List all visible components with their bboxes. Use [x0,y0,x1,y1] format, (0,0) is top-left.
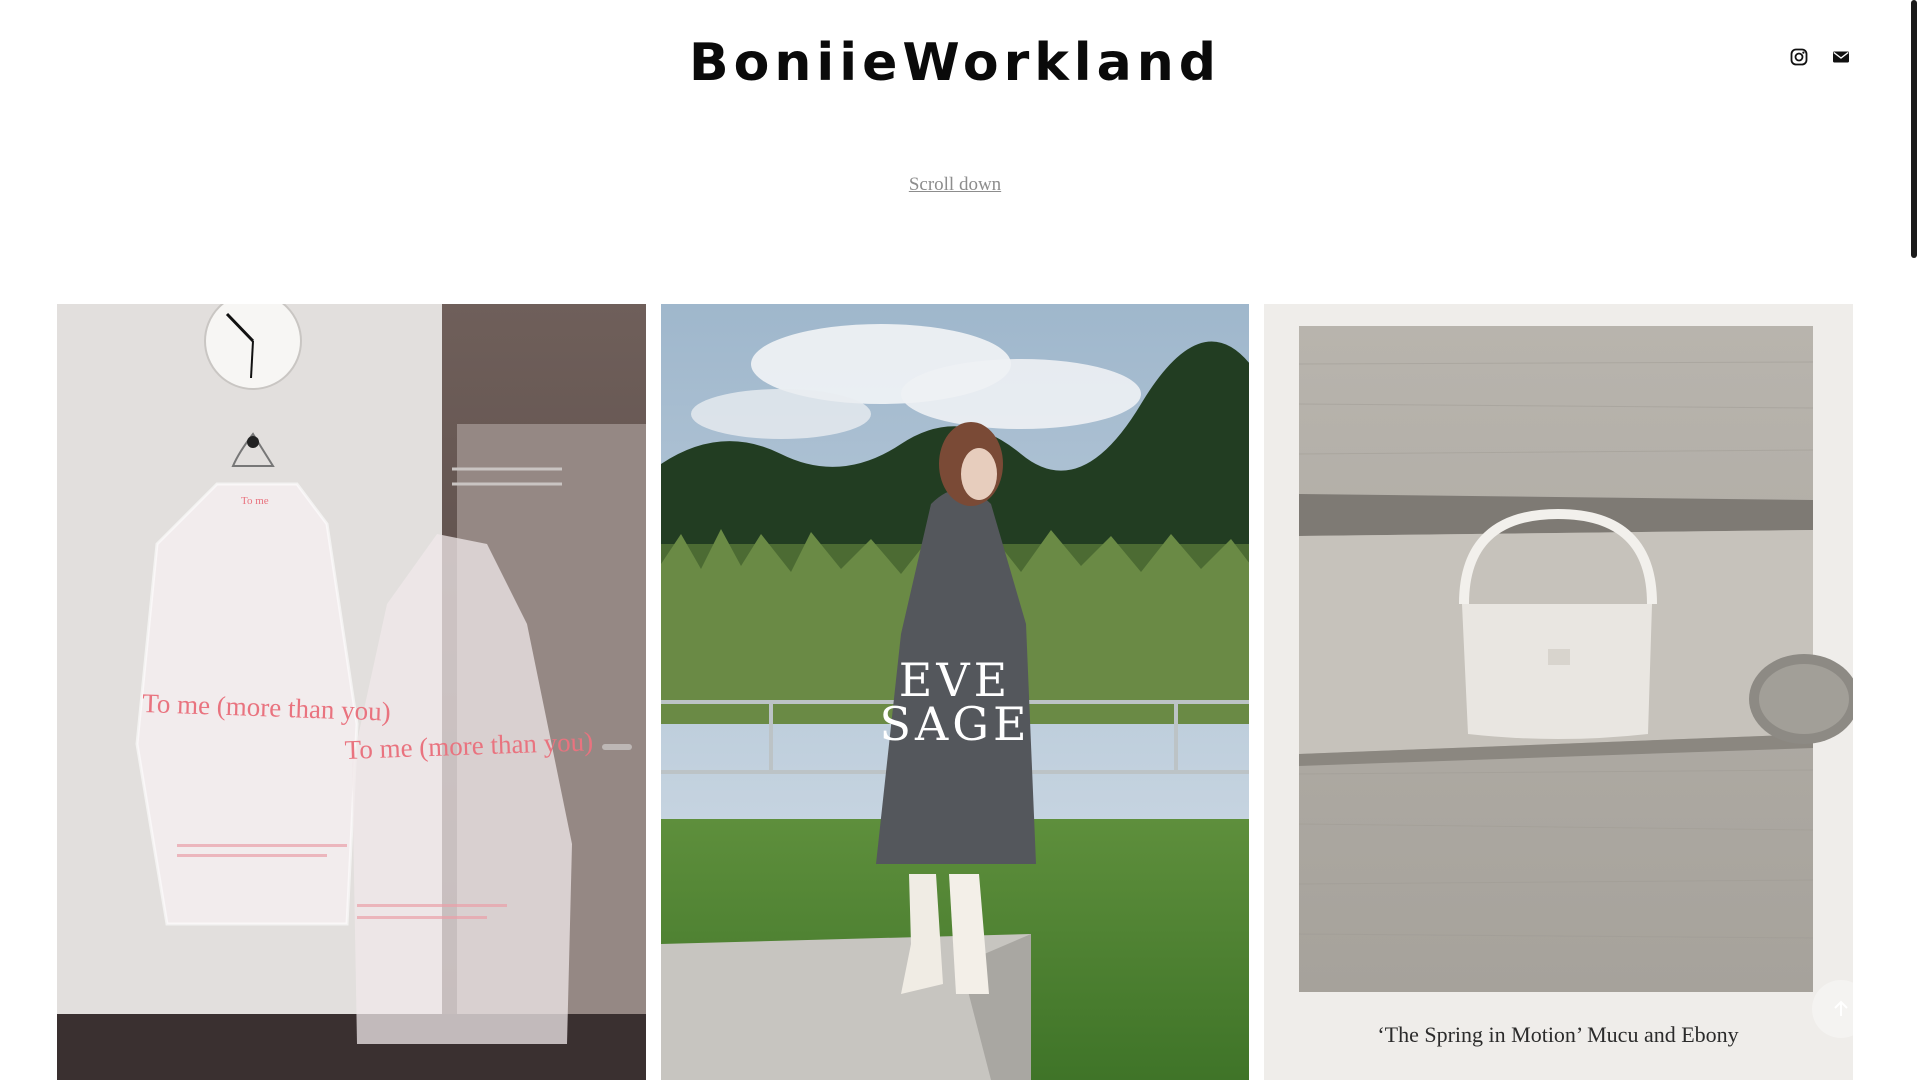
gallery-item-garment-bags[interactable]: To me (more than you) To me (more than y… [57,304,646,1080]
back-to-top-button[interactable] [1812,980,1870,1038]
social-links [1790,48,1850,66]
instagram-icon [1790,48,1808,66]
arrow-up-icon [1834,1000,1848,1016]
instagram-link[interactable] [1790,48,1808,66]
page-scrollbar[interactable] [1906,0,1920,1080]
mail-icon [1833,51,1849,63]
handbag-caption: ‘The Spring in Motion’ Mucu and Ebony [1378,1022,1739,1047]
site-title[interactable]: BoniieWorkland [0,28,1910,98]
hanger-tag-text: To me [241,495,269,507]
brand-logo-line-2: SAGE [879,697,1030,751]
gallery-item-model-field[interactable]: EVE SAGE [660,304,1250,1080]
gallery-item-handbag[interactable]: ‘The Spring in Motion’ Mucu and Ebony [1264,304,1854,1080]
gallery-grid: To me (more than you) To me (more than y… [57,304,1854,1080]
model-field-photo: EVE SAGE [660,304,1250,1080]
scrollbar-thumb[interactable] [1911,0,1917,258]
handbag-photo: ‘The Spring in Motion’ Mucu and Ebony [1264,304,1854,1080]
scroll-down-link[interactable]: Scroll down [0,174,1910,196]
mail-link[interactable] [1832,48,1850,66]
site-header: BoniieWorkland [0,0,1920,130]
garment-bags-photo: To me (more than you) To me (more than y… [57,304,646,1080]
